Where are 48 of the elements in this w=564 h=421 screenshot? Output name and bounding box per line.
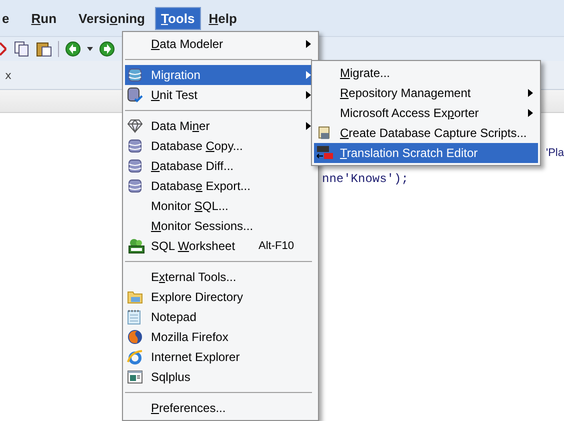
menu-item[interactable]: Migrate... — [314, 63, 538, 83]
diamond-icon — [127, 119, 143, 133]
menu-item[interactable]: Database Diff... — [125, 156, 316, 176]
menu-item[interactable]: Database Export... — [125, 176, 316, 196]
notepad-icon — [127, 309, 141, 325]
worksheet-icon — [127, 238, 145, 254]
code-line: 'Pla — [546, 146, 564, 160]
menu-bar-item[interactable]: e — [0, 6, 16, 30]
menu-item[interactable]: Monitor SQL... — [125, 196, 316, 216]
close-icon[interactable]: x — [5, 68, 12, 82]
caret-icon[interactable] — [87, 47, 93, 51]
menu-item[interactable]: Internet Explorer — [125, 347, 316, 367]
translate-icon — [316, 145, 334, 161]
menu-bar-item[interactable]: Tools — [155, 6, 201, 30]
menu-item[interactable]: External Tools... — [125, 267, 316, 287]
menu-item[interactable]: Mozilla Firefox — [125, 327, 316, 347]
menu-item[interactable]: Unit Test — [125, 85, 316, 105]
back-icon[interactable] — [65, 41, 81, 57]
database-icon — [127, 67, 143, 83]
menu-item[interactable]: Explore Directory — [125, 287, 316, 307]
menu-item[interactable]: Monitor Sessions... — [125, 216, 316, 236]
menu-item[interactable]: Repository Management — [314, 83, 538, 103]
window-icon — [127, 370, 143, 384]
forward-icon[interactable] — [99, 41, 115, 57]
menu-item[interactable]: Microsoft Access Exporter — [314, 103, 538, 123]
menu-bar-item[interactable]: Run — [25, 6, 63, 30]
database-icon — [127, 138, 143, 154]
menu-item[interactable]: SQL Worksheet Alt-F10 — [125, 236, 316, 256]
database-icon — [127, 178, 143, 194]
paste-icon[interactable] — [36, 41, 52, 57]
globe-icon — [127, 329, 143, 345]
menu-item[interactable]: Data Miner — [125, 116, 316, 136]
copy-icon[interactable] — [14, 41, 30, 57]
folder-icon — [127, 290, 143, 304]
menu-item[interactable]: Notepad — [125, 307, 316, 327]
menu-item[interactable]: Sqlplus — [125, 367, 316, 387]
code-line: nne'Knows'); — [322, 172, 408, 186]
menu-item[interactable]: Translation Scratch Editor — [314, 143, 538, 163]
menu-item[interactable]: Create Database Capture Scripts... — [314, 123, 538, 143]
menu-item[interactable]: Data Modeler — [125, 34, 316, 54]
menu-item[interactable]: Preferences... — [125, 398, 316, 418]
scroll-icon — [316, 125, 332, 141]
menu-bar-item[interactable]: Versioning — [72, 6, 151, 30]
menu-bar-item[interactable]: Help — [202, 6, 243, 30]
globe-icon — [127, 349, 143, 365]
menu-item[interactable]: Database Copy... — [125, 136, 316, 156]
test-icon — [127, 87, 143, 103]
database-icon — [127, 158, 143, 174]
